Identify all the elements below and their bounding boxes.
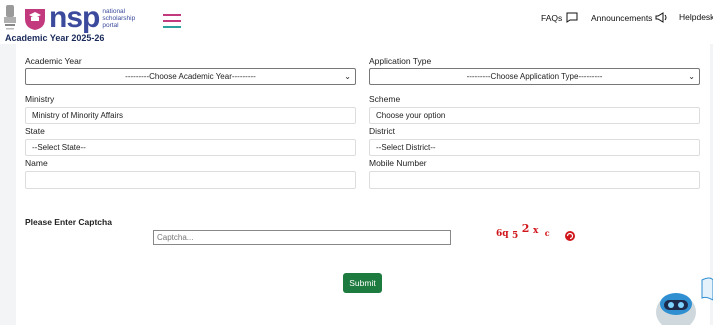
megaphone-icon	[655, 12, 667, 23]
logo-text: nsp	[49, 1, 100, 34]
ministry-label: Ministry	[25, 94, 55, 104]
name-input[interactable]	[25, 171, 356, 189]
chat-icon	[566, 12, 578, 23]
district-select[interactable]: --Select District--	[369, 139, 700, 156]
header: nsp national scholarship portal Academic…	[0, 0, 713, 44]
nsp-logo[interactable]: nsp national scholarship portal	[24, 3, 135, 33]
scheme-select[interactable]: Choose your option	[369, 107, 700, 124]
academic-year-select[interactable]: ---------Choose Academic Year--------- ⌄	[25, 68, 356, 85]
district-label: District	[369, 126, 395, 136]
mobile-number-input[interactable]	[369, 171, 700, 189]
menu-toggle-button[interactable]	[163, 14, 181, 30]
captcha-label: Please Enter Captcha	[25, 217, 112, 227]
graduation-shield-icon	[25, 9, 45, 30]
chevron-down-icon: ⌄	[344, 72, 351, 81]
logo-subtitle: national scholarship portal	[102, 7, 136, 29]
helpdesk-link[interactable]: Helpdesk	[679, 12, 713, 22]
scholarship-search-form: Academic Year ---------Choose Academic Y…	[16, 44, 710, 325]
refresh-captcha-icon[interactable]	[564, 230, 576, 242]
submit-button[interactable]: Submit	[343, 273, 382, 293]
state-select[interactable]: --Select State--	[25, 139, 356, 156]
academic-year-label: Academic Year 2025-26	[5, 33, 105, 43]
faqs-link[interactable]: FAQs	[541, 12, 578, 23]
application-type-label: Application Type	[369, 56, 432, 66]
state-label: State	[25, 126, 45, 136]
chevron-down-icon: ⌄	[688, 72, 695, 81]
application-type-select[interactable]: ---------Choose Application Type--------…	[369, 68, 700, 85]
captcha-input[interactable]: Captcha...	[153, 230, 451, 245]
national-emblem-icon	[4, 5, 16, 30]
announcements-link[interactable]: Announcements	[591, 12, 669, 23]
academic-year-field-label: Academic Year	[25, 56, 82, 66]
name-label: Name	[25, 158, 48, 168]
scheme-label: Scheme	[369, 94, 401, 104]
captcha-image: 6q 5 2 x c	[496, 222, 550, 241]
chatbot-icon[interactable]	[650, 276, 713, 325]
mobile-number-label: Mobile Number	[369, 158, 427, 168]
ministry-field[interactable]: Ministry of Minority Affairs	[25, 107, 356, 124]
